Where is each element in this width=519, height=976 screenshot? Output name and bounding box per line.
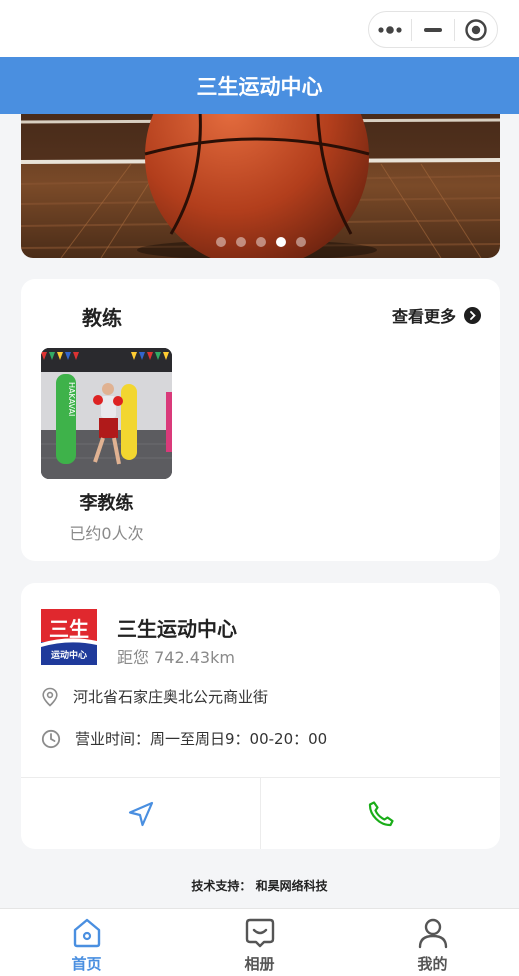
tab-album-label: 相册 [244,955,275,973]
user-icon [418,918,447,949]
target-close-icon [465,18,487,41]
punching-bag-text: HAKAVAI [67,382,76,416]
see-more-label: 查看更多 [391,307,456,326]
address-row[interactable]: 河北省石家庄奥北公元商业街 [41,686,268,707]
home-icon [73,918,100,948]
mini-program-capsule [368,11,498,48]
logo-top-text: 三生 [49,617,89,641]
carousel-dot-active[interactable] [275,237,286,247]
store-name: 三生运动中心 [117,617,237,641]
top-bar [0,0,519,57]
minimize-button[interactable] [412,12,454,47]
coach-section-title: 教练 [82,306,122,330]
minimize-icon [424,27,442,32]
store-distance: 距您 742.43km [117,648,235,667]
album-icon [245,918,274,948]
store-info-card: 三生 运动中心 三生运动中心 距您 742.43km 河北省石家庄奥北公元商业街… [21,583,500,849]
store-logo: 三生 运动中心 [41,609,97,665]
hours-row: 营业时间：周一至周日9：00-20：00 [41,728,327,749]
tab-mine-label: 我的 [417,955,448,973]
tab-bar: 首页 相册 我的 [0,908,519,976]
carousel-dot[interactable] [235,237,246,247]
clock-icon [41,729,61,748]
carousel-dot[interactable] [215,237,226,247]
more-dots-icon [378,25,402,34]
carousel-dot[interactable] [295,237,306,247]
coach-section: 教练 查看更多 HAKAVAI 李教练 已约0人次 [21,279,500,561]
tech-support-text: 技术支持： 和昊网络科技 [191,879,328,893]
navigation-arrow-icon [128,801,153,827]
carousel-dot[interactable] [255,237,266,247]
carousel-indicator [21,237,500,247]
page-title: 三生运动中心 [196,74,323,99]
close-program-button[interactable] [455,12,497,47]
coach-booking-count: 已约0人次 [69,524,144,543]
banner-carousel[interactable] [21,114,500,258]
chevron-right-icon [464,306,481,324]
tab-home[interactable]: 首页 [0,909,173,976]
tab-album[interactable]: 相册 [173,909,346,976]
coach-name: 李教练 [79,493,134,514]
phone-icon [368,801,394,827]
more-menu-button[interactable] [369,12,411,47]
coach-photo[interactable]: HAKAVAI [41,348,172,479]
store-actions [21,777,500,849]
store-address: 河北省石家庄奥北公元商业街 [73,688,269,706]
location-pin-icon [42,687,58,707]
tab-home-label: 首页 [71,955,102,973]
nav-bar: 三生运动中心 [0,57,519,114]
see-more-link[interactable]: 查看更多 [392,303,481,327]
call-button[interactable] [260,778,500,849]
tab-mine[interactable]: 我的 [346,909,519,976]
business-hours: 营业时间：周一至周日9：00-20：00 [75,730,328,748]
navigate-button[interactable] [21,778,260,849]
logo-bottom-text: 运动中心 [51,649,87,661]
